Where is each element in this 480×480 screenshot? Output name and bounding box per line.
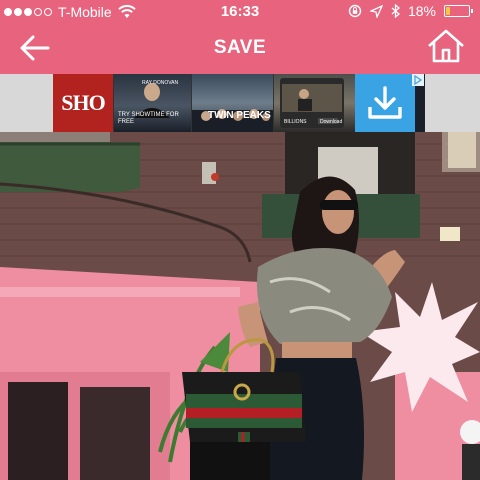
app-header: T-Mobile 16:33 18% SAVE bbox=[0, 0, 480, 74]
ad-show-name: RAY DONOVAN bbox=[142, 80, 179, 86]
street-photo bbox=[0, 132, 480, 480]
ad-show-name: TWIN PEAKS bbox=[208, 110, 271, 121]
ad-tile: RAY DONOVAN TRY SHOWTIME FOR FREE bbox=[113, 74, 191, 132]
ad-show-name: BILLIONS bbox=[284, 119, 307, 125]
battery-level-fill bbox=[446, 7, 451, 15]
home-button[interactable] bbox=[426, 28, 466, 64]
ad-strip: SHO RAY DONOVAN TRY SHOWTIME FOR FREE TW… bbox=[0, 74, 480, 132]
rotation-lock-icon bbox=[348, 4, 362, 18]
ad-tile: TWIN PEAKS bbox=[191, 74, 273, 132]
ad-tile: BILLIONS Download bbox=[273, 74, 355, 132]
download-icon bbox=[368, 86, 402, 119]
status-right: 18% bbox=[348, 3, 473, 19]
ad-choices-icon[interactable] bbox=[412, 74, 424, 86]
page-title: SAVE bbox=[213, 37, 267, 58]
ad-download-tile bbox=[355, 74, 415, 132]
battery-icon bbox=[444, 5, 473, 17]
status-bar: T-Mobile 16:33 18% bbox=[0, 0, 480, 24]
location-icon bbox=[369, 4, 383, 18]
ad-cta: TRY SHOWTIME FOR FREE bbox=[118, 112, 179, 126]
nav-bar: SAVE bbox=[0, 24, 480, 74]
bluetooth-icon bbox=[391, 4, 400, 18]
ad-logo-text: SHO bbox=[61, 90, 105, 115]
photo-view bbox=[0, 132, 480, 480]
ad-download-button: Download bbox=[320, 119, 343, 125]
ad-logo: SHO bbox=[53, 74, 113, 132]
ad-banner[interactable]: SHO RAY DONOVAN TRY SHOWTIME FOR FREE TW… bbox=[53, 74, 425, 132]
ad-cast-image bbox=[192, 109, 273, 132]
home-icon bbox=[428, 29, 464, 63]
battery-percentage: 18% bbox=[407, 3, 436, 19]
